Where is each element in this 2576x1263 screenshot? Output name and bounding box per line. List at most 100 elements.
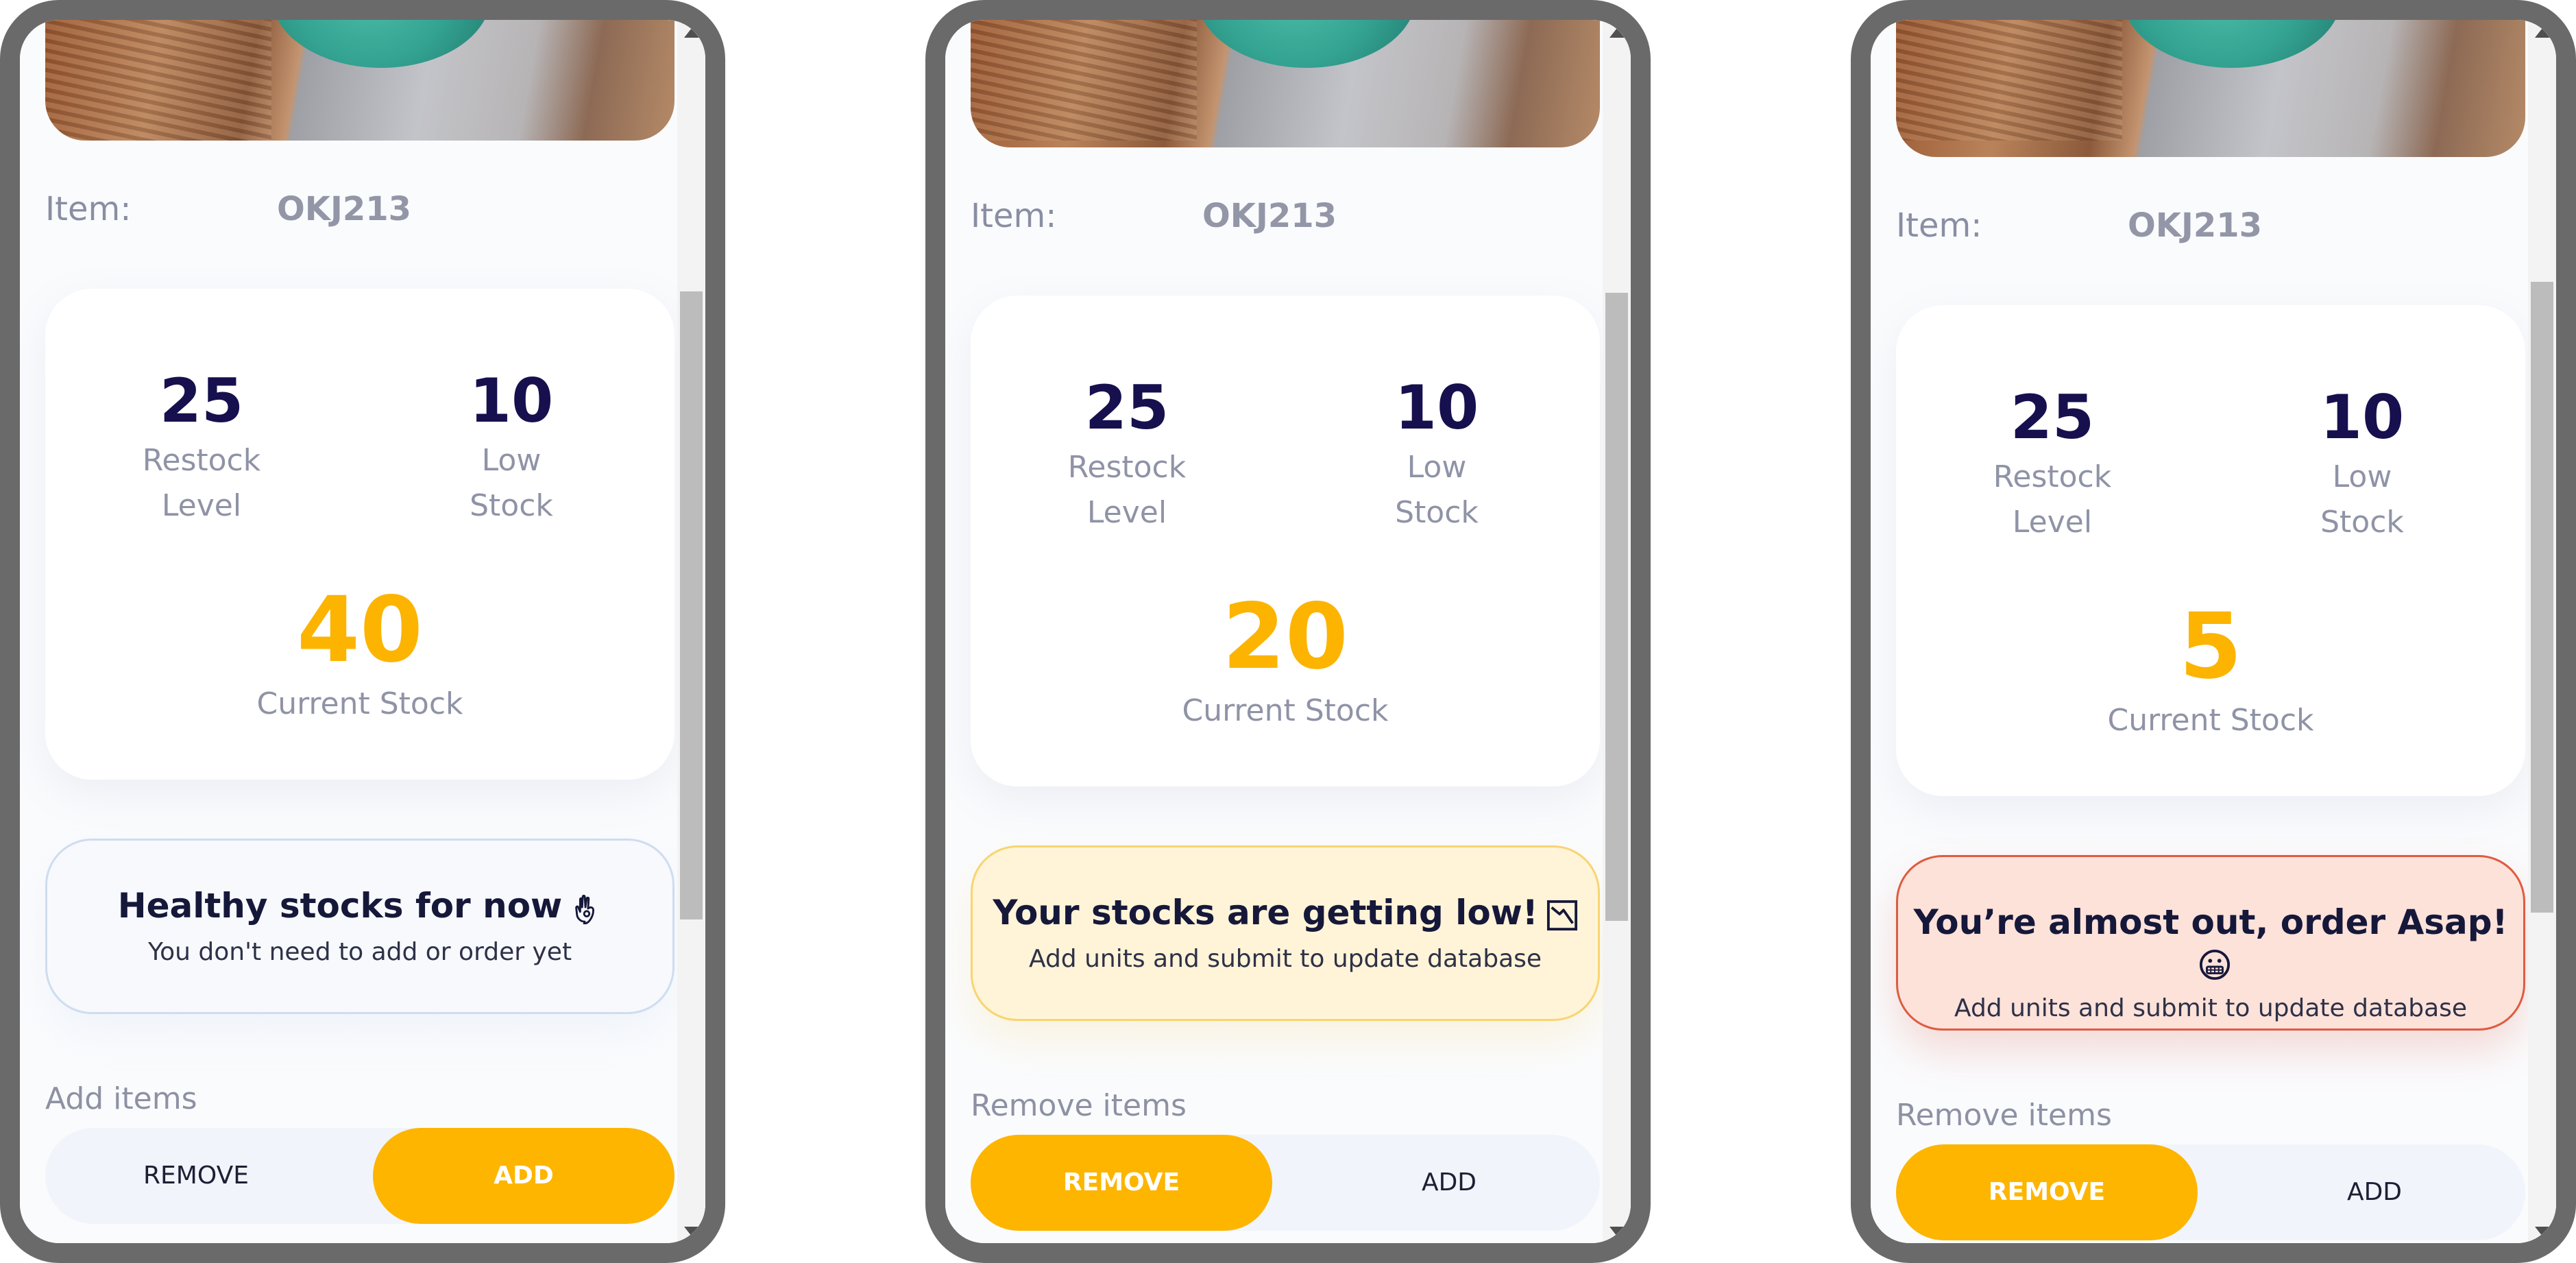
item-code: OKJ213 <box>1202 197 1337 235</box>
phone-frame: Item: OKJ213 25 Restock Level 10 Low Stock 5 Curr… <box>1851 0 2576 1263</box>
stock-alert: Your stocks are getting low! Add units an… <box>971 845 1600 1021</box>
add-button[interactable]: ADD <box>373 1128 675 1224</box>
stock-screen: Item: OKJ213 25 Restock Level 10 Low Stock 20 Cur… <box>945 20 1631 1243</box>
low-label-line2: Stock <box>1395 495 1479 530</box>
item-code: OKJ213 <box>277 190 412 228</box>
add-remove-toggle: REMOVE ADD <box>1896 1144 2525 1240</box>
chart-down-icon <box>1546 900 1578 931</box>
scroll-down-arrow-icon[interactable] <box>684 1227 699 1236</box>
scrollbar[interactable] <box>1603 20 1631 1243</box>
product-photo <box>1896 20 2525 157</box>
current-stock-value: 5 <box>2179 594 2242 699</box>
low-stock-value: 10 <box>1394 372 1479 443</box>
grimace-face-icon <box>2199 949 2231 981</box>
restock-level-label: Restock Level <box>99 438 304 529</box>
stock-alert: Healthy stocks for now You don't need to … <box>45 839 675 1014</box>
teal-bowl <box>2122 20 2342 68</box>
low-stock-value: 10 <box>469 365 554 436</box>
scrollbar-thumb[interactable] <box>1605 293 1628 921</box>
alert-title: Healthy stocks for now <box>117 886 563 926</box>
stock-screen: Item: OKJ213 25 Restock Level 10 Low Stock 40 Cur… <box>20 20 705 1243</box>
restock-level-label: Restock Level <box>1949 455 2155 545</box>
low-label-line1: Low <box>481 443 542 478</box>
wood-board <box>1896 20 2122 141</box>
ok-hand-icon <box>570 893 602 924</box>
scroll-up-arrow-icon[interactable] <box>2535 28 2550 38</box>
product-photo <box>45 20 675 141</box>
current-stock-label: Current Stock <box>256 686 463 721</box>
low-stock-value: 10 <box>2320 382 2405 453</box>
phone-frame: Item: OKJ213 25 Restock Level 10 Low Stock 20 Cur… <box>925 0 1651 1263</box>
scroll-content: Item: OKJ213 25 Restock Level 10 Low Stock 20 Cur… <box>945 20 1603 1243</box>
teal-bowl <box>1197 20 1416 68</box>
add-remove-toggle: REMOVE ADD <box>45 1128 675 1224</box>
alert-subtitle: Add units and submit to update database <box>1028 945 1542 973</box>
scrollbar[interactable] <box>2528 20 2556 1243</box>
restock-level-value: 25 <box>2010 382 2095 453</box>
restock-label-line2: Level <box>1086 495 1167 530</box>
stock-summary-card: 25 Restock Level 10 Low Stock 20 Current Stock <box>971 296 1600 786</box>
item-label: Item: <box>971 197 1057 235</box>
scrollbar[interactable] <box>677 20 705 1243</box>
current-stock-label: Current Stock <box>2107 703 2314 738</box>
alert-title-row: Healthy stocks for now <box>47 886 672 926</box>
alert-subtitle: Add units and submit to update database <box>1954 994 2468 1022</box>
low-stock-label: Low Stock <box>409 438 614 529</box>
scroll-up-arrow-icon[interactable] <box>1609 28 1625 38</box>
restock-label-line2: Level <box>2012 505 2093 540</box>
low-stock-stat: 10 Low Stock <box>409 371 614 529</box>
restock-level-stat: 25 Restock Level <box>99 371 304 529</box>
item-label: Item: <box>1896 206 1982 245</box>
low-stock-label: Low Stock <box>1334 445 1540 536</box>
current-stock-value: 40 <box>297 577 423 683</box>
wood-board <box>971 20 1197 141</box>
scroll-down-arrow-icon[interactable] <box>2535 1227 2550 1236</box>
low-label-line2: Stock <box>2320 505 2404 540</box>
restock-label-line1: Restock <box>142 443 261 478</box>
alert-title-row: You’re almost out, order Asap! <box>1898 902 2523 982</box>
restock-level-stat: 25 Restock Level <box>1024 378 1230 536</box>
teal-bowl <box>271 20 491 68</box>
restock-label-line1: Restock <box>1993 459 2112 494</box>
section-label: Remove items <box>971 1088 1187 1123</box>
stock-alert: You’re almost out, order Asap! Add units … <box>1896 855 2525 1031</box>
restock-level-label: Restock Level <box>1024 445 1230 536</box>
scroll-up-arrow-icon[interactable] <box>684 28 699 38</box>
wood-board <box>45 20 271 141</box>
add-button[interactable]: ADD <box>1298 1135 1600 1231</box>
current-stock-value: 20 <box>1222 584 1348 690</box>
low-stock-label: Low Stock <box>2259 455 2465 545</box>
restock-level-value: 25 <box>159 365 244 436</box>
remove-button[interactable]: REMOVE <box>1896 1144 2198 1240</box>
scroll-down-arrow-icon[interactable] <box>1609 1227 1625 1236</box>
item-code: OKJ213 <box>2128 206 2263 245</box>
stock-summary-card: 25 Restock Level 10 Low Stock 40 Current Stock <box>45 289 675 780</box>
low-label-line1: Low <box>2332 459 2392 494</box>
low-stock-stat: 10 Low Stock <box>2259 387 2465 545</box>
scrollbar-thumb[interactable] <box>680 291 703 919</box>
restock-level-value: 25 <box>1084 372 1169 443</box>
stock-summary-card: 25 Restock Level 10 Low Stock 5 Current Stock <box>1896 305 2525 796</box>
alert-title: Your stocks are getting low! <box>993 893 1538 933</box>
section-label: Remove items <box>1896 1098 2112 1133</box>
current-stock-stat: 5 Current Stock <box>1896 601 2525 738</box>
alert-title-row: Your stocks are getting low! <box>973 893 1598 933</box>
scrollbar-thumb[interactable] <box>2531 282 2553 913</box>
remove-button[interactable]: REMOVE <box>45 1128 347 1224</box>
section-label: Add items <box>45 1081 197 1116</box>
alert-subtitle: You don't need to add or order yet <box>147 938 572 966</box>
phone-frame: Item: OKJ213 25 Restock Level 10 Low Stock 40 Cur… <box>0 0 725 1263</box>
low-label-line1: Low <box>1407 450 1467 485</box>
product-photo <box>971 20 1600 147</box>
scroll-content: Item: OKJ213 25 Restock Level 10 Low Stock 40 Cur… <box>20 20 677 1243</box>
current-stock-label: Current Stock <box>1182 693 1389 728</box>
stock-screen: Item: OKJ213 25 Restock Level 10 Low Stock 5 Curr… <box>1871 20 2556 1243</box>
remove-button[interactable]: REMOVE <box>971 1135 1272 1231</box>
add-button[interactable]: ADD <box>2224 1144 2525 1240</box>
add-remove-toggle: REMOVE ADD <box>971 1135 1600 1231</box>
low-label-line2: Stock <box>470 488 553 523</box>
low-stock-stat: 10 Low Stock <box>1334 378 1540 536</box>
restock-level-stat: 25 Restock Level <box>1949 387 2155 545</box>
restock-label-line1: Restock <box>1067 450 1187 485</box>
item-label: Item: <box>45 190 132 228</box>
